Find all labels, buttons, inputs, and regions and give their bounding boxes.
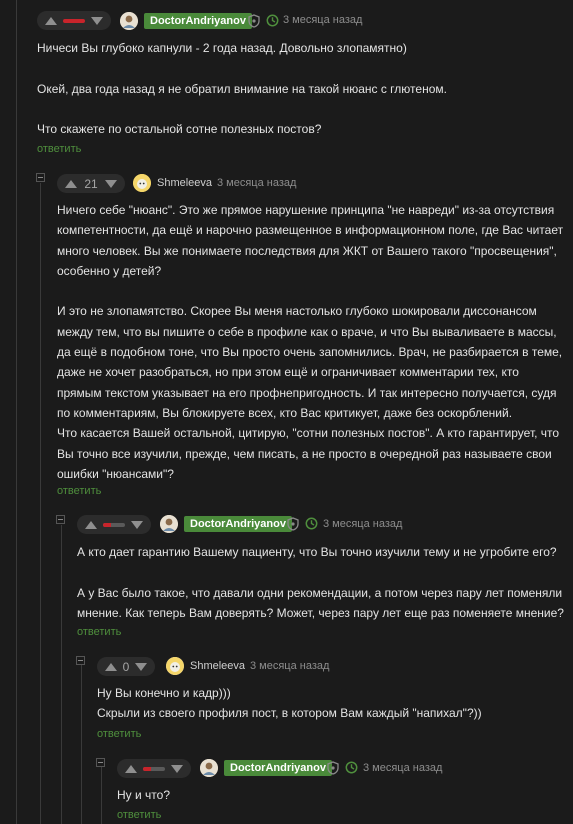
thread-line: [81, 665, 82, 824]
author-name[interactable]: Shmeleeva: [157, 177, 212, 189]
refresh-icon: [266, 14, 279, 30]
avatar[interactable]: [160, 515, 178, 533]
rating-bar: [63, 18, 85, 23]
rating-bar: [143, 766, 165, 771]
reply-link[interactable]: ответить: [57, 485, 101, 497]
refresh-icon: [345, 761, 358, 777]
rating-control: 21: [57, 174, 125, 193]
thread-line: [40, 183, 41, 824]
avatar[interactable]: [120, 12, 138, 30]
shield-icon: [327, 761, 339, 778]
rating-control: [37, 11, 111, 30]
timestamp: 3 месяца назад: [323, 518, 403, 530]
timestamp: 3 месяца назад: [363, 762, 443, 774]
chevron-up-icon[interactable]: [85, 520, 97, 529]
rating-value: 21: [84, 176, 98, 191]
rating-value: 0: [122, 659, 130, 674]
reply-link[interactable]: ответить: [117, 809, 161, 821]
timestamp: 3 месяца назад: [217, 177, 297, 189]
chevron-up-icon[interactable]: [105, 662, 117, 671]
thread-line: [101, 767, 102, 824]
comment-text: Ничеси Вы глубоко капнули - 2 года назад…: [37, 41, 447, 137]
avatar[interactable]: [133, 174, 151, 192]
author-name[interactable]: DoctorAndriyanov: [144, 13, 252, 29]
collapse-icon[interactable]: [76, 656, 85, 665]
reply-link[interactable]: ответить: [97, 728, 141, 740]
comment-text: Ничего себе "нюанс". Это же прямое наруш…: [57, 203, 564, 481]
comment-text: А кто дает гарантию Вашему пациенту, что…: [77, 545, 564, 620]
chevron-up-icon[interactable]: [45, 16, 57, 25]
refresh-icon: [305, 517, 318, 533]
shield-icon: [248, 14, 260, 31]
timestamp: 3 месяца назад: [250, 660, 330, 672]
comment-text: Ну и что?: [117, 788, 170, 802]
rating-control: [117, 759, 191, 778]
comment-text: Ну Вы конечно и кадр))) Скрыли из своего…: [97, 686, 482, 721]
chevron-down-icon[interactable]: [135, 662, 147, 671]
shield-icon: [287, 517, 299, 534]
collapse-icon[interactable]: [56, 515, 65, 524]
collapse-icon[interactable]: [96, 758, 105, 767]
chevron-down-icon[interactable]: [131, 520, 143, 529]
reply-link[interactable]: ответить: [37, 143, 81, 155]
chevron-down-icon[interactable]: [91, 16, 103, 25]
thread-line: [61, 525, 62, 824]
author-name[interactable]: DoctorAndriyanov: [224, 760, 332, 776]
author-name[interactable]: Shmeleeva: [190, 660, 245, 672]
reply-link[interactable]: ответить: [77, 626, 121, 638]
timestamp: 3 месяца назад: [283, 14, 363, 26]
rating-bar: [103, 522, 125, 527]
chevron-up-icon[interactable]: [125, 764, 137, 773]
avatar[interactable]: [166, 657, 184, 675]
rating-control: [77, 515, 151, 534]
chevron-down-icon[interactable]: [171, 764, 183, 773]
avatar[interactable]: [200, 759, 218, 777]
collapse-icon[interactable]: [36, 173, 45, 182]
chevron-down-icon[interactable]: [104, 179, 117, 188]
rating-control: 0: [97, 657, 155, 676]
thread-line: [16, 0, 17, 824]
author-name[interactable]: DoctorAndriyanov: [184, 516, 292, 532]
chevron-up-icon[interactable]: [65, 179, 77, 188]
